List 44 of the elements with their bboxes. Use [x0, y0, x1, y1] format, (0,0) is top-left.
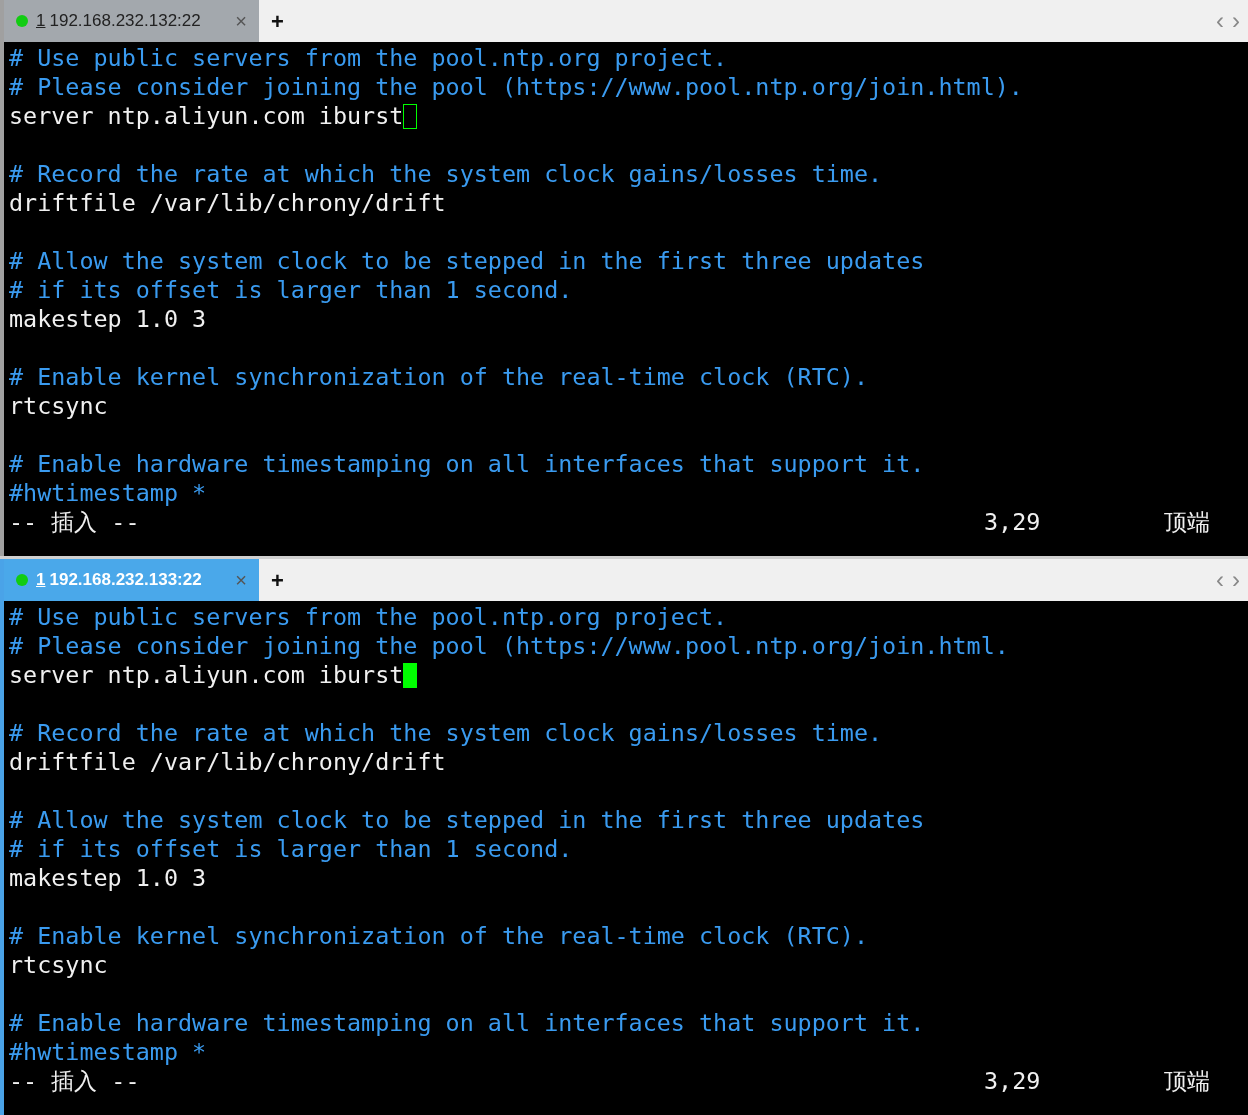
session-tab[interactable]: 1 192.168.232.133:22 × — [4, 559, 259, 601]
comment-line: # Enable kernel synchronization of the real-time clock (RTC). — [9, 922, 869, 951]
config-line: driftfile /var/lib/chrony/drift — [9, 189, 446, 218]
config-line: rtcsync — [9, 951, 108, 980]
prev-tab-button[interactable]: ‹ — [1208, 562, 1232, 598]
comment-line: # Please consider joining the pool (https://www.pool.ntp.org/join.html). — [9, 73, 1023, 102]
comment-line: # Please consider joining the pool (https://www.pool.ntp.org/join.html. — [9, 632, 1009, 661]
cursor-position: 3,29 — [984, 1067, 1042, 1096]
scroll-position: 顶端 — [1164, 1067, 1210, 1096]
new-tab-button[interactable]: + — [271, 563, 284, 597]
comment-line: # Enable kernel synchronization of the real-time clock (RTC). — [9, 363, 869, 392]
comment-line: # if its offset is larger than 1 second. — [9, 276, 573, 305]
config-line: server ntp.aliyun.com iburst — [9, 661, 404, 690]
tab-number: 1 — [36, 10, 46, 33]
comment-line: # Use public servers from the pool.ntp.org project. — [9, 44, 728, 73]
mode-indicator: -- 插入 -- — [9, 1067, 141, 1096]
mode-indicator: -- 插入 -- — [9, 508, 141, 537]
comment-line: #hwtimestamp * — [9, 479, 207, 508]
comment-line: # Use public servers from the pool.ntp.org project. — [9, 603, 728, 632]
scroll-position: 顶端 — [1164, 508, 1210, 537]
comment-line: # Enable hardware timestamping on all interfaces that support it. — [9, 1009, 925, 1038]
config-line: server ntp.aliyun.com iburst — [9, 102, 404, 131]
close-button[interactable]: × — [235, 565, 247, 595]
comment-line: # Record the rate at which the system clock gains/losses time. — [9, 160, 883, 189]
new-tab-button[interactable]: + — [271, 4, 284, 38]
config-line: rtcsync — [9, 392, 108, 421]
comment-line: #hwtimestamp * — [9, 1038, 207, 1067]
tab-title: 192.168.232.133:22 — [49, 569, 202, 592]
tab-number: 1 — [36, 569, 46, 592]
session-tab[interactable]: 1 192.168.232.132:22 × — [4, 0, 259, 42]
config-line: makestep 1.0 3 — [9, 305, 207, 334]
prev-tab-button[interactable]: ‹ — [1208, 3, 1232, 39]
config-line: makestep 1.0 3 — [9, 864, 207, 893]
comment-line: # Enable hardware timestamping on all interfaces that support it. — [9, 450, 925, 479]
comment-line: # if its offset is larger than 1 second. — [9, 835, 573, 864]
next-tab-button[interactable]: › — [1232, 562, 1248, 598]
comment-line: # Record the rate at which the system clock gains/losses time. — [9, 719, 883, 748]
close-button[interactable]: × — [235, 6, 247, 36]
config-line: driftfile /var/lib/chrony/drift — [9, 748, 446, 777]
tab-title: 192.168.232.132:22 — [49, 10, 201, 33]
comment-line: # Allow the system clock to be stepped in the first three updates — [9, 247, 925, 276]
cursor-position: 3,29 — [984, 508, 1042, 537]
next-tab-button[interactable]: › — [1232, 3, 1248, 39]
comment-line: # Allow the system clock to be stepped in the first three updates — [9, 806, 925, 835]
